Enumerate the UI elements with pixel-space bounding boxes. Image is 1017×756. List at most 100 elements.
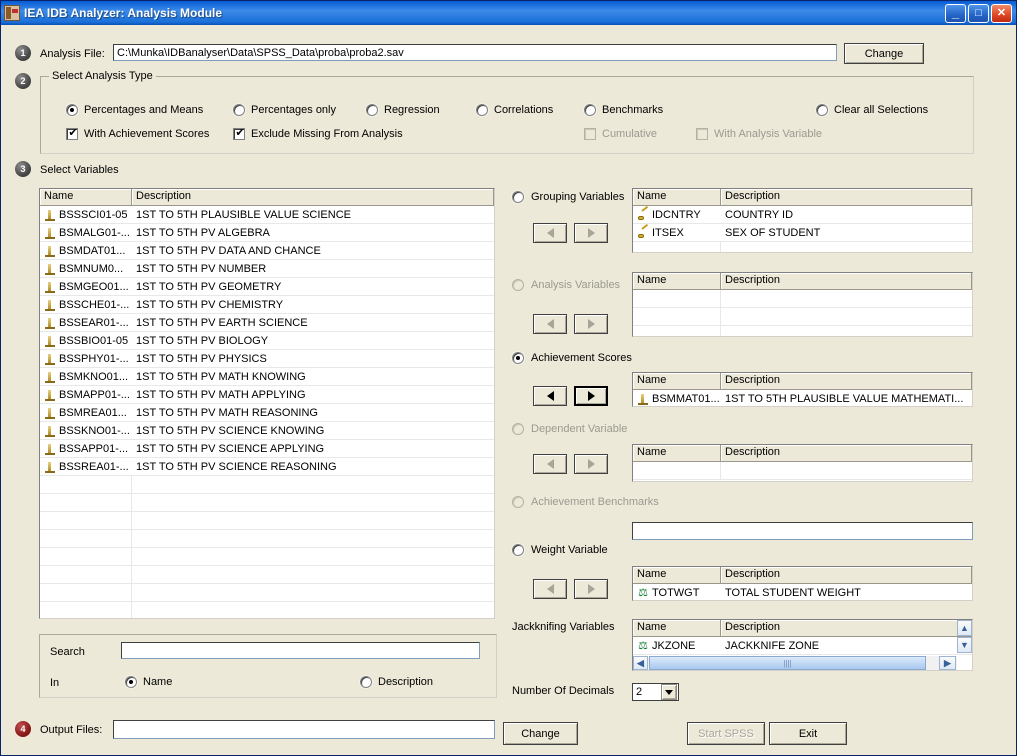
radio-percentages-only[interactable]: Percentages only (233, 104, 336, 116)
chevron-down-icon[interactable] (661, 684, 677, 700)
table-row-empty[interactable] (633, 290, 972, 308)
search-label: Search (50, 646, 85, 658)
checkbox-with-achievement-scores[interactable]: With Achievement Scores (66, 127, 209, 140)
weight-add-button[interactable] (574, 579, 608, 599)
table-row-empty[interactable] (633, 242, 972, 252)
cell-name: ⚖ TOTWGT (633, 584, 721, 600)
achievement-scores-radio[interactable]: Achievement Scores (512, 352, 632, 364)
cell-name: BSSKNO01-... (40, 422, 132, 439)
jackknifing-scroll-up-icon[interactable]: ▲ (957, 620, 972, 636)
analysis-file-input[interactable]: C:\Munka\IDBanalyser\Data\SPSS_Data\prob… (113, 44, 837, 61)
weight-variable-list[interactable]: Name Description ⚖ TOTWGT TOTAL STUDENT WE… (632, 566, 973, 601)
output-files-input[interactable] (113, 720, 495, 739)
table-row-empty[interactable] (40, 602, 494, 618)
column-header-name[interactable]: Name (633, 189, 721, 205)
table-row-empty[interactable] (633, 462, 972, 480)
weight-remove-button[interactable] (533, 579, 567, 599)
column-header-name[interactable]: Name (633, 373, 721, 389)
close-icon[interactable]: ✕ (991, 3, 1012, 23)
radio-clear-all-selections[interactable]: Clear all Selections (816, 104, 928, 116)
table-row[interactable]: BSSSCI01-05 1ST TO 5TH PLAUSIBLE VALUE SC… (40, 206, 494, 224)
radio-percentages-and-means[interactable]: Percentages and Means (66, 104, 203, 116)
achievement-list-header: Name Description (633, 373, 972, 390)
achievement-scores-list[interactable]: Name Description BSMMAT01... 1ST TO 5TH P… (632, 372, 973, 407)
table-row[interactable]: ITSEX SEX OF STUDENT (633, 224, 972, 242)
exit-button[interactable]: Exit (769, 722, 847, 745)
achievement-benchmarks-input[interactable] (632, 522, 973, 540)
table-row[interactable]: ⚖ TOTWGT TOTAL STUDENT WEIGHT (633, 584, 972, 600)
achievement-add-button[interactable] (574, 386, 608, 406)
table-row[interactable]: BSMAPP01-... 1ST TO 5TH PV MATH APPLYING (40, 386, 494, 404)
column-header-description[interactable]: Description (721, 620, 972, 636)
change-output-files-button[interactable]: Change (503, 722, 578, 745)
table-row[interactable]: BSMALG01-... 1ST TO 5TH PV ALGEBRA (40, 224, 494, 242)
table-row[interactable]: BSMMAT01... 1ST TO 5TH PLAUSIBLE VALUE MA… (633, 390, 972, 406)
table-row-empty[interactable] (633, 326, 972, 336)
table-row[interactable]: IDCNTRY COUNTRY ID (633, 206, 972, 224)
column-header-name[interactable]: Name (633, 620, 721, 636)
table-row[interactable]: BSMGEO01... 1ST TO 5TH PV GEOMETRY (40, 278, 494, 296)
table-row-empty[interactable] (40, 548, 494, 566)
table-row-empty[interactable] (40, 494, 494, 512)
table-row[interactable]: BSSPHY01-... 1ST TO 5TH PV PHYSICS (40, 350, 494, 368)
weight-variable-radio[interactable]: Weight Variable (512, 544, 608, 556)
maximize-button[interactable]: □ (968, 3, 989, 23)
table-row[interactable]: BSSREA01-... 1ST TO 5TH PV SCIENCE REASON… (40, 458, 494, 476)
search-input[interactable] (121, 642, 480, 659)
column-header-name[interactable]: Name (633, 567, 721, 583)
column-header-description[interactable]: Description (721, 373, 972, 389)
jackknifing-scroll-right-icon[interactable]: ▶ (939, 656, 956, 670)
column-header-description[interactable]: Description (721, 567, 972, 583)
column-header-description[interactable]: Description (721, 445, 972, 461)
column-header-description[interactable]: Description (132, 189, 494, 205)
analysis-variables-list[interactable]: Name Description (632, 272, 973, 337)
minimize-button[interactable]: _ (945, 3, 966, 23)
radio-indicator (233, 104, 245, 116)
number-of-decimals-select[interactable]: 2 (632, 683, 679, 701)
table-row[interactable]: BSMREA01... 1ST TO 5TH PV MATH REASONING (40, 404, 494, 422)
table-row[interactable]: BSMKNO01... 1ST TO 5TH PV MATH KNOWING (40, 368, 494, 386)
column-header-name[interactable]: Name (633, 273, 721, 289)
table-row-empty[interactable] (40, 584, 494, 602)
column-header-description[interactable]: Description (721, 189, 972, 205)
table-row[interactable]: BSSCHE01-... 1ST TO 5TH PV CHEMISTRY (40, 296, 494, 314)
table-row-empty[interactable] (40, 530, 494, 548)
jackknifing-scroll-left-icon[interactable]: ◀ (633, 656, 648, 670)
dependent-variable-list[interactable]: Name Description (632, 444, 973, 482)
column-header-name[interactable]: Name (633, 445, 721, 461)
table-row[interactable]: BSSEAR01-... 1ST TO 5TH PV EARTH SCIENCE (40, 314, 494, 332)
number-of-decimals-label: Number Of Decimals (512, 685, 615, 697)
radio-indicator (512, 423, 524, 435)
table-row[interactable]: BSSBIO01-05 1ST TO 5TH PV BIOLOGY (40, 332, 494, 350)
grouping-variables-radio[interactable]: Grouping Variables (512, 191, 624, 203)
plausible-value-icon (44, 335, 56, 347)
table-row-empty[interactable] (633, 308, 972, 326)
jackknifing-hscrollbar-thumb[interactable]: |||| (649, 656, 926, 670)
variable-name: IDCNTRY (652, 208, 701, 221)
table-row[interactable]: BSMDAT01... 1ST TO 5TH PV DATA AND CHANCE (40, 242, 494, 260)
grouping-remove-button[interactable] (533, 223, 567, 243)
radio-regression[interactable]: Regression (366, 104, 440, 116)
table-row-empty[interactable] (40, 566, 494, 584)
search-in-description-radio[interactable]: Description (360, 676, 433, 688)
grouping-add-button[interactable] (574, 223, 608, 243)
column-header-description[interactable]: Description (721, 273, 972, 289)
table-row-empty[interactable] (40, 476, 494, 494)
grouping-variables-list[interactable]: Name Description IDCNTRY COUNTRY ID ITSEX S… (632, 188, 973, 253)
table-row[interactable]: BSMNUM0... 1ST TO 5TH PV NUMBER (40, 260, 494, 278)
table-row-empty[interactable] (40, 512, 494, 530)
plausible-value-icon (44, 299, 56, 311)
search-in-name-radio[interactable]: Name (125, 676, 172, 688)
table-row[interactable]: ⚖ JKZONE JACKKNIFE ZONE (633, 637, 972, 655)
table-row[interactable]: BSSAPP01-... 1ST TO 5TH PV SCIENCE APPLYI… (40, 440, 494, 458)
column-header-name[interactable]: Name (40, 189, 132, 205)
change-analysis-file-button[interactable]: Change (844, 43, 924, 64)
variable-list[interactable]: Name Description BSSSCI01-05 1ST TO 5TH P… (39, 188, 495, 619)
jackknifing-scroll-down-icon[interactable]: ▼ (957, 637, 972, 653)
checkbox-exclude-missing-from-analysis[interactable]: Exclude Missing From Analysis (233, 127, 403, 140)
table-row[interactable]: BSSKNO01-... 1ST TO 5TH PV SCIENCE KNOWIN… (40, 422, 494, 440)
radio-benchmarks[interactable]: Benchmarks (584, 104, 663, 116)
achievement-remove-button[interactable] (533, 386, 567, 406)
variable-name: BSMALG01-... (59, 226, 130, 239)
radio-correlations[interactable]: Correlations (476, 104, 553, 116)
